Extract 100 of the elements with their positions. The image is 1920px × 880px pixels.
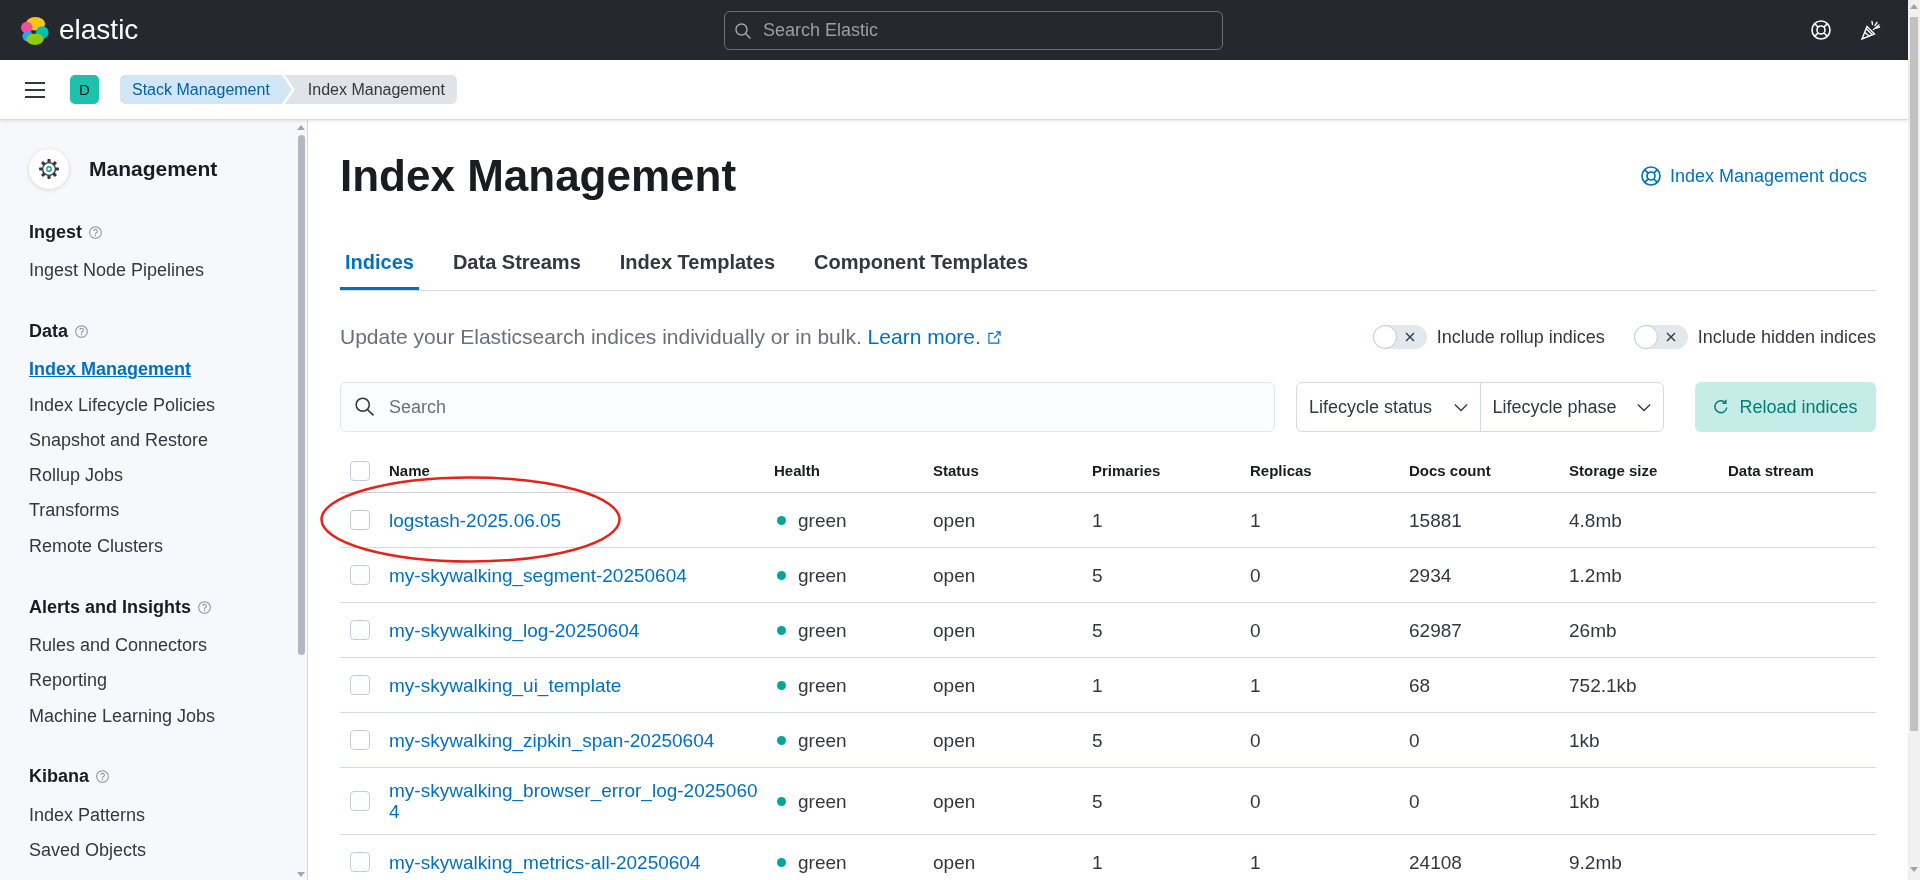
- column-header[interactable]: Storage size: [1569, 462, 1658, 479]
- scroll-up-icon[interactable]: [297, 125, 305, 130]
- party-popper-icon[interactable]: [1861, 20, 1881, 40]
- tab[interactable]: Component Templates: [809, 234, 1034, 290]
- scrollbar-thumb[interactable]: [297, 135, 305, 655]
- sidebar-item[interactable]: Snapshot and Restore: [29, 422, 209, 459]
- table-cell: open: [933, 729, 976, 751]
- table-cell: 1: [1092, 509, 1103, 531]
- checkbox[interactable]: [350, 852, 370, 872]
- search-field[interactable]: Search Elastic: [724, 10, 1223, 50]
- sidebar-item[interactable]: Reporting: [29, 663, 108, 699]
- health-text: green: [798, 564, 847, 586]
- sidebar-item[interactable]: Remote Clusters: [29, 528, 164, 565]
- table-cell: 62987: [1409, 619, 1462, 641]
- sidebar-title: Management: [89, 157, 218, 181]
- space-avatar[interactable]: D: [70, 75, 99, 104]
- sidebar-item[interactable]: Index Lifecycle Policies: [29, 387, 216, 423]
- sidebar-item[interactable]: Machine Learning Jobs: [29, 698, 216, 734]
- health-text: green: [798, 729, 847, 751]
- question-icon[interactable]: [75, 324, 88, 338]
- caret-icon: [1453, 402, 1468, 412]
- scroll-down-icon[interactable]: [297, 872, 305, 877]
- index-name-link[interactable]: my-skywalking_log-20250604: [389, 619, 640, 641]
- column-header[interactable]: Docs count: [1409, 462, 1491, 479]
- health-text: green: [798, 851, 847, 873]
- search-icon: [735, 22, 751, 39]
- table-cell: 1: [1250, 509, 1261, 531]
- breadcrumb[interactable]: Stack Management: [120, 75, 292, 104]
- lifebuoy-icon: [1640, 166, 1661, 186]
- scroll-down-icon[interactable]: [1910, 867, 1918, 872]
- checkbox[interactable]: [350, 510, 370, 530]
- table-cell: 752.1kb: [1569, 674, 1637, 696]
- toggle-label[interactable]: Include rollup indices: [1436, 326, 1605, 348]
- section-heading: Ingest: [29, 221, 82, 243]
- question-icon[interactable]: [96, 770, 109, 784]
- table-cell: 9.2mb: [1569, 851, 1622, 873]
- index-name-link[interactable]: my-skywalking_zipkin_span-20250604: [389, 729, 715, 751]
- filter-button[interactable]: Lifecycle status: [1297, 383, 1480, 431]
- column-header[interactable]: Primaries: [1092, 462, 1161, 479]
- search-icon: [355, 397, 374, 416]
- logo-icon[interactable]: [20, 15, 49, 45]
- health-text: green: [798, 674, 847, 696]
- column-header[interactable]: Health: [774, 462, 820, 479]
- column-header[interactable]: Name: [389, 462, 430, 479]
- sidebar-item[interactable]: Ingest Node Pipelines: [29, 253, 205, 289]
- scrollbar[interactable]: [1908, 0, 1920, 880]
- checkbox[interactable]: [350, 675, 370, 695]
- column-header[interactable]: Data stream: [1728, 462, 1814, 479]
- table-cell: 1: [1092, 674, 1103, 696]
- health-text: green: [798, 790, 847, 812]
- sidebar-item[interactable]: Rules and Connectors: [29, 628, 208, 664]
- tab[interactable]: Index Templates: [614, 234, 780, 290]
- index-name-link[interactable]: my-skywalking_segment-20250604: [389, 564, 687, 586]
- menu-icon[interactable]: [25, 81, 45, 98]
- tab[interactable]: Indices: [340, 234, 419, 290]
- breadcrumb[interactable]: Index Management: [284, 75, 457, 104]
- question-icon[interactable]: [198, 600, 212, 614]
- health-text: green: [798, 619, 847, 641]
- column-header[interactable]: Status: [933, 462, 979, 479]
- question-icon[interactable]: [89, 225, 102, 239]
- index-name-link[interactable]: my-skywalking_browser_error_log-20250604: [389, 780, 763, 822]
- table-cell: 0: [1409, 790, 1420, 812]
- tab[interactable]: Data Streams: [447, 234, 586, 290]
- index-name-link[interactable]: my-skywalking_metrics-all-20250604: [389, 851, 701, 873]
- scroll-up-icon[interactable]: [1910, 4, 1918, 9]
- column-header[interactable]: Replicas: [1250, 462, 1312, 479]
- table-cell: 0: [1250, 790, 1261, 812]
- checkbox[interactable]: [350, 620, 370, 640]
- table-cell: 26mb: [1569, 619, 1617, 641]
- toggle-switch[interactable]: [1633, 325, 1688, 349]
- scrollbar-thumb[interactable]: [1910, 17, 1918, 731]
- page-description: Update your Elasticsearch indices individually or in bulk. Learn more.: [340, 325, 1001, 349]
- docs-link[interactable]: Index Management docs: [1640, 165, 1876, 187]
- toggle-switch[interactable]: [1372, 325, 1427, 349]
- table-cell: open: [933, 564, 976, 586]
- table-cell: 1kb: [1569, 729, 1600, 751]
- table-cell: 5: [1092, 790, 1103, 812]
- filter-button[interactable]: Lifecycle phase: [1479, 383, 1663, 431]
- table-cell: 4.8mb: [1569, 509, 1622, 531]
- reload-button[interactable]: Reload indices: [1695, 382, 1876, 432]
- table-cell: 0: [1409, 729, 1420, 751]
- sidebar-item[interactable]: Index Management: [29, 352, 192, 388]
- checkbox[interactable]: [350, 730, 370, 750]
- index-name-link[interactable]: my-skywalking_ui_template: [389, 674, 622, 696]
- table-cell: 15881: [1409, 509, 1462, 531]
- sidebar-item[interactable]: Rollup Jobs: [29, 458, 124, 494]
- sidebar-item[interactable]: Index Patterns: [29, 797, 146, 834]
- table-cell: open: [933, 674, 976, 696]
- toggle-label[interactable]: Include hidden indices: [1697, 326, 1876, 348]
- index-name-link[interactable]: logstash-2025.06.05: [389, 509, 562, 531]
- checkbox[interactable]: [350, 565, 370, 585]
- gear-icon: [29, 149, 69, 189]
- table-cell: 0: [1250, 729, 1261, 751]
- table-cell: 24108: [1409, 851, 1462, 873]
- lifebuoy-icon[interactable]: [1811, 20, 1831, 40]
- sidebar-item[interactable]: Transforms: [29, 493, 120, 529]
- sidebar-item[interactable]: Saved Objects: [29, 833, 147, 869]
- learn-more-link[interactable]: Learn more.: [867, 325, 1001, 348]
- checkbox[interactable]: [350, 791, 370, 811]
- checkbox[interactable]: [350, 460, 370, 481]
